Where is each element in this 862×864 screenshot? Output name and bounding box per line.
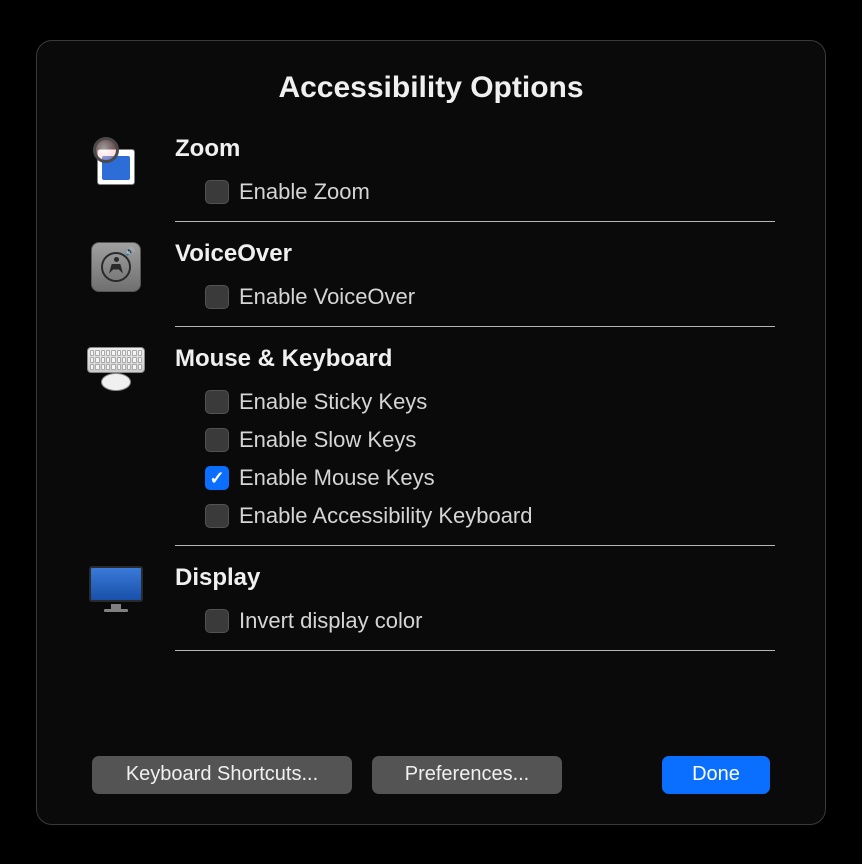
section-voiceover: 🔊 VoiceOver Enable VoiceOver bbox=[87, 240, 775, 316]
footer: Keyboard Shortcuts... Preferences... Don… bbox=[87, 756, 775, 794]
sections-container: Zoom Enable Zoom 🔊 VoiceOver E bbox=[87, 135, 775, 756]
option-enable-accessibility-keyboard[interactable]: Enable Accessibility Keyboard bbox=[175, 497, 775, 535]
checkbox-invert-display-color[interactable] bbox=[205, 609, 229, 633]
label-enable-sticky-keys: Enable Sticky Keys bbox=[239, 389, 427, 415]
checkbox-enable-accessibility-keyboard[interactable] bbox=[205, 504, 229, 528]
divider bbox=[175, 545, 775, 546]
checkbox-enable-voiceover[interactable] bbox=[205, 285, 229, 309]
preferences-button[interactable]: Preferences... bbox=[372, 756, 562, 794]
done-button[interactable]: Done bbox=[662, 756, 770, 794]
divider bbox=[175, 326, 775, 327]
label-invert-display-color: Invert display color bbox=[239, 608, 422, 634]
keyboard-shortcuts-button[interactable]: Keyboard Shortcuts... bbox=[92, 756, 352, 794]
accessibility-options-panel: Accessibility Options Zoom Enable Zoom bbox=[36, 40, 826, 825]
option-enable-sticky-keys[interactable]: Enable Sticky Keys bbox=[175, 383, 775, 421]
display-icon bbox=[87, 564, 145, 612]
label-enable-zoom: Enable Zoom bbox=[239, 179, 370, 205]
label-enable-voiceover: Enable VoiceOver bbox=[239, 284, 415, 310]
section-zoom: Zoom Enable Zoom bbox=[87, 135, 775, 211]
divider bbox=[175, 650, 775, 651]
option-enable-voiceover[interactable]: Enable VoiceOver bbox=[175, 278, 775, 316]
section-display: Display Invert display color bbox=[87, 564, 775, 640]
voiceover-icon: 🔊 bbox=[87, 240, 145, 292]
label-enable-accessibility-keyboard: Enable Accessibility Keyboard bbox=[239, 503, 533, 529]
option-invert-display-color[interactable]: Invert display color bbox=[175, 602, 775, 640]
divider bbox=[175, 221, 775, 222]
option-enable-mouse-keys[interactable]: ✓ Enable Mouse Keys bbox=[175, 459, 775, 497]
option-enable-zoom[interactable]: Enable Zoom bbox=[175, 173, 775, 211]
option-enable-slow-keys[interactable]: Enable Slow Keys bbox=[175, 421, 775, 459]
checkbox-enable-slow-keys[interactable] bbox=[205, 428, 229, 452]
zoom-icon bbox=[87, 135, 145, 185]
checkbox-enable-sticky-keys[interactable] bbox=[205, 390, 229, 414]
panel-title: Accessibility Options bbox=[87, 71, 775, 105]
checkbox-enable-mouse-keys[interactable]: ✓ bbox=[205, 466, 229, 490]
mouse-keyboard-icon bbox=[87, 345, 145, 387]
label-enable-mouse-keys: Enable Mouse Keys bbox=[239, 465, 435, 491]
mouse-keyboard-heading: Mouse & Keyboard bbox=[175, 345, 775, 373]
display-heading: Display bbox=[175, 564, 775, 592]
section-mouse-keyboard: Mouse & Keyboard Enable Sticky Keys Enab… bbox=[87, 345, 775, 535]
checkbox-enable-zoom[interactable] bbox=[205, 180, 229, 204]
checkmark-icon: ✓ bbox=[209, 469, 224, 487]
voiceover-heading: VoiceOver bbox=[175, 240, 775, 268]
label-enable-slow-keys: Enable Slow Keys bbox=[239, 427, 416, 453]
zoom-heading: Zoom bbox=[175, 135, 775, 163]
